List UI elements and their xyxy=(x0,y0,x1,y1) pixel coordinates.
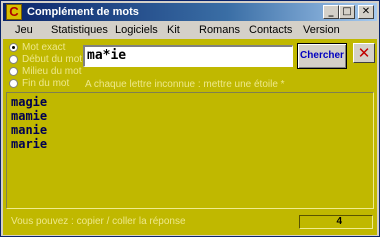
maximize-button[interactable]: □ xyxy=(339,5,355,19)
radio-fin-du-mot[interactable] xyxy=(9,79,18,88)
result-item[interactable]: manie xyxy=(11,123,373,137)
minimize-button[interactable]: _ xyxy=(323,5,339,19)
status-text: Vous pouvez : copier / coller la réponse xyxy=(11,216,186,227)
menu-version[interactable]: Version xyxy=(303,24,340,37)
menu-bar: Jeu Statistiques Logiciels Kit Romans Co… xyxy=(3,22,377,39)
app-window: C Complément de mots _ □ ✕ Jeu Statistiq… xyxy=(0,0,380,237)
option-label: Milieu du mot xyxy=(22,66,82,77)
radio-mot-exact[interactable] xyxy=(9,43,18,52)
search-button[interactable]: Chercher xyxy=(297,43,347,69)
menu-logiciels[interactable]: Logiciels xyxy=(115,24,158,37)
close-button[interactable]: ✕ xyxy=(358,5,374,19)
radio-milieu-du-mot[interactable] xyxy=(9,67,18,76)
clear-button[interactable]: ✕ xyxy=(353,43,375,63)
result-item[interactable]: mamie xyxy=(11,109,373,123)
result-item[interactable]: magie xyxy=(11,95,373,109)
app-logo-icon[interactable]: C xyxy=(6,4,22,20)
menu-kit[interactable]: Kit xyxy=(167,24,180,37)
menu-jeu[interactable]: Jeu xyxy=(15,24,33,37)
result-item[interactable]: marie xyxy=(11,137,373,151)
results-list[interactable]: magie mamie manie marie xyxy=(6,92,374,209)
result-count: 4 xyxy=(299,215,373,229)
radio-debut-du-mot[interactable] xyxy=(9,55,18,64)
title-bar[interactable]: C Complément de mots _ □ ✕ xyxy=(3,3,377,21)
window-title: Complément de mots xyxy=(27,6,139,18)
option-label: Mot exact xyxy=(22,42,66,53)
menu-statistiques[interactable]: Statistiques xyxy=(51,24,108,37)
main-panel: Mot exact Début du mot Milieu du mot Fin… xyxy=(3,39,377,235)
option-label: Fin du mot xyxy=(22,78,70,89)
menu-romans[interactable]: Romans xyxy=(199,24,240,37)
menu-contacts[interactable]: Contacts xyxy=(249,24,292,37)
hint-text: A chaque lettre inconnue : mettre une ét… xyxy=(85,79,285,90)
option-label: Début du mot xyxy=(22,54,83,65)
search-input[interactable]: ma*ie xyxy=(83,45,293,67)
